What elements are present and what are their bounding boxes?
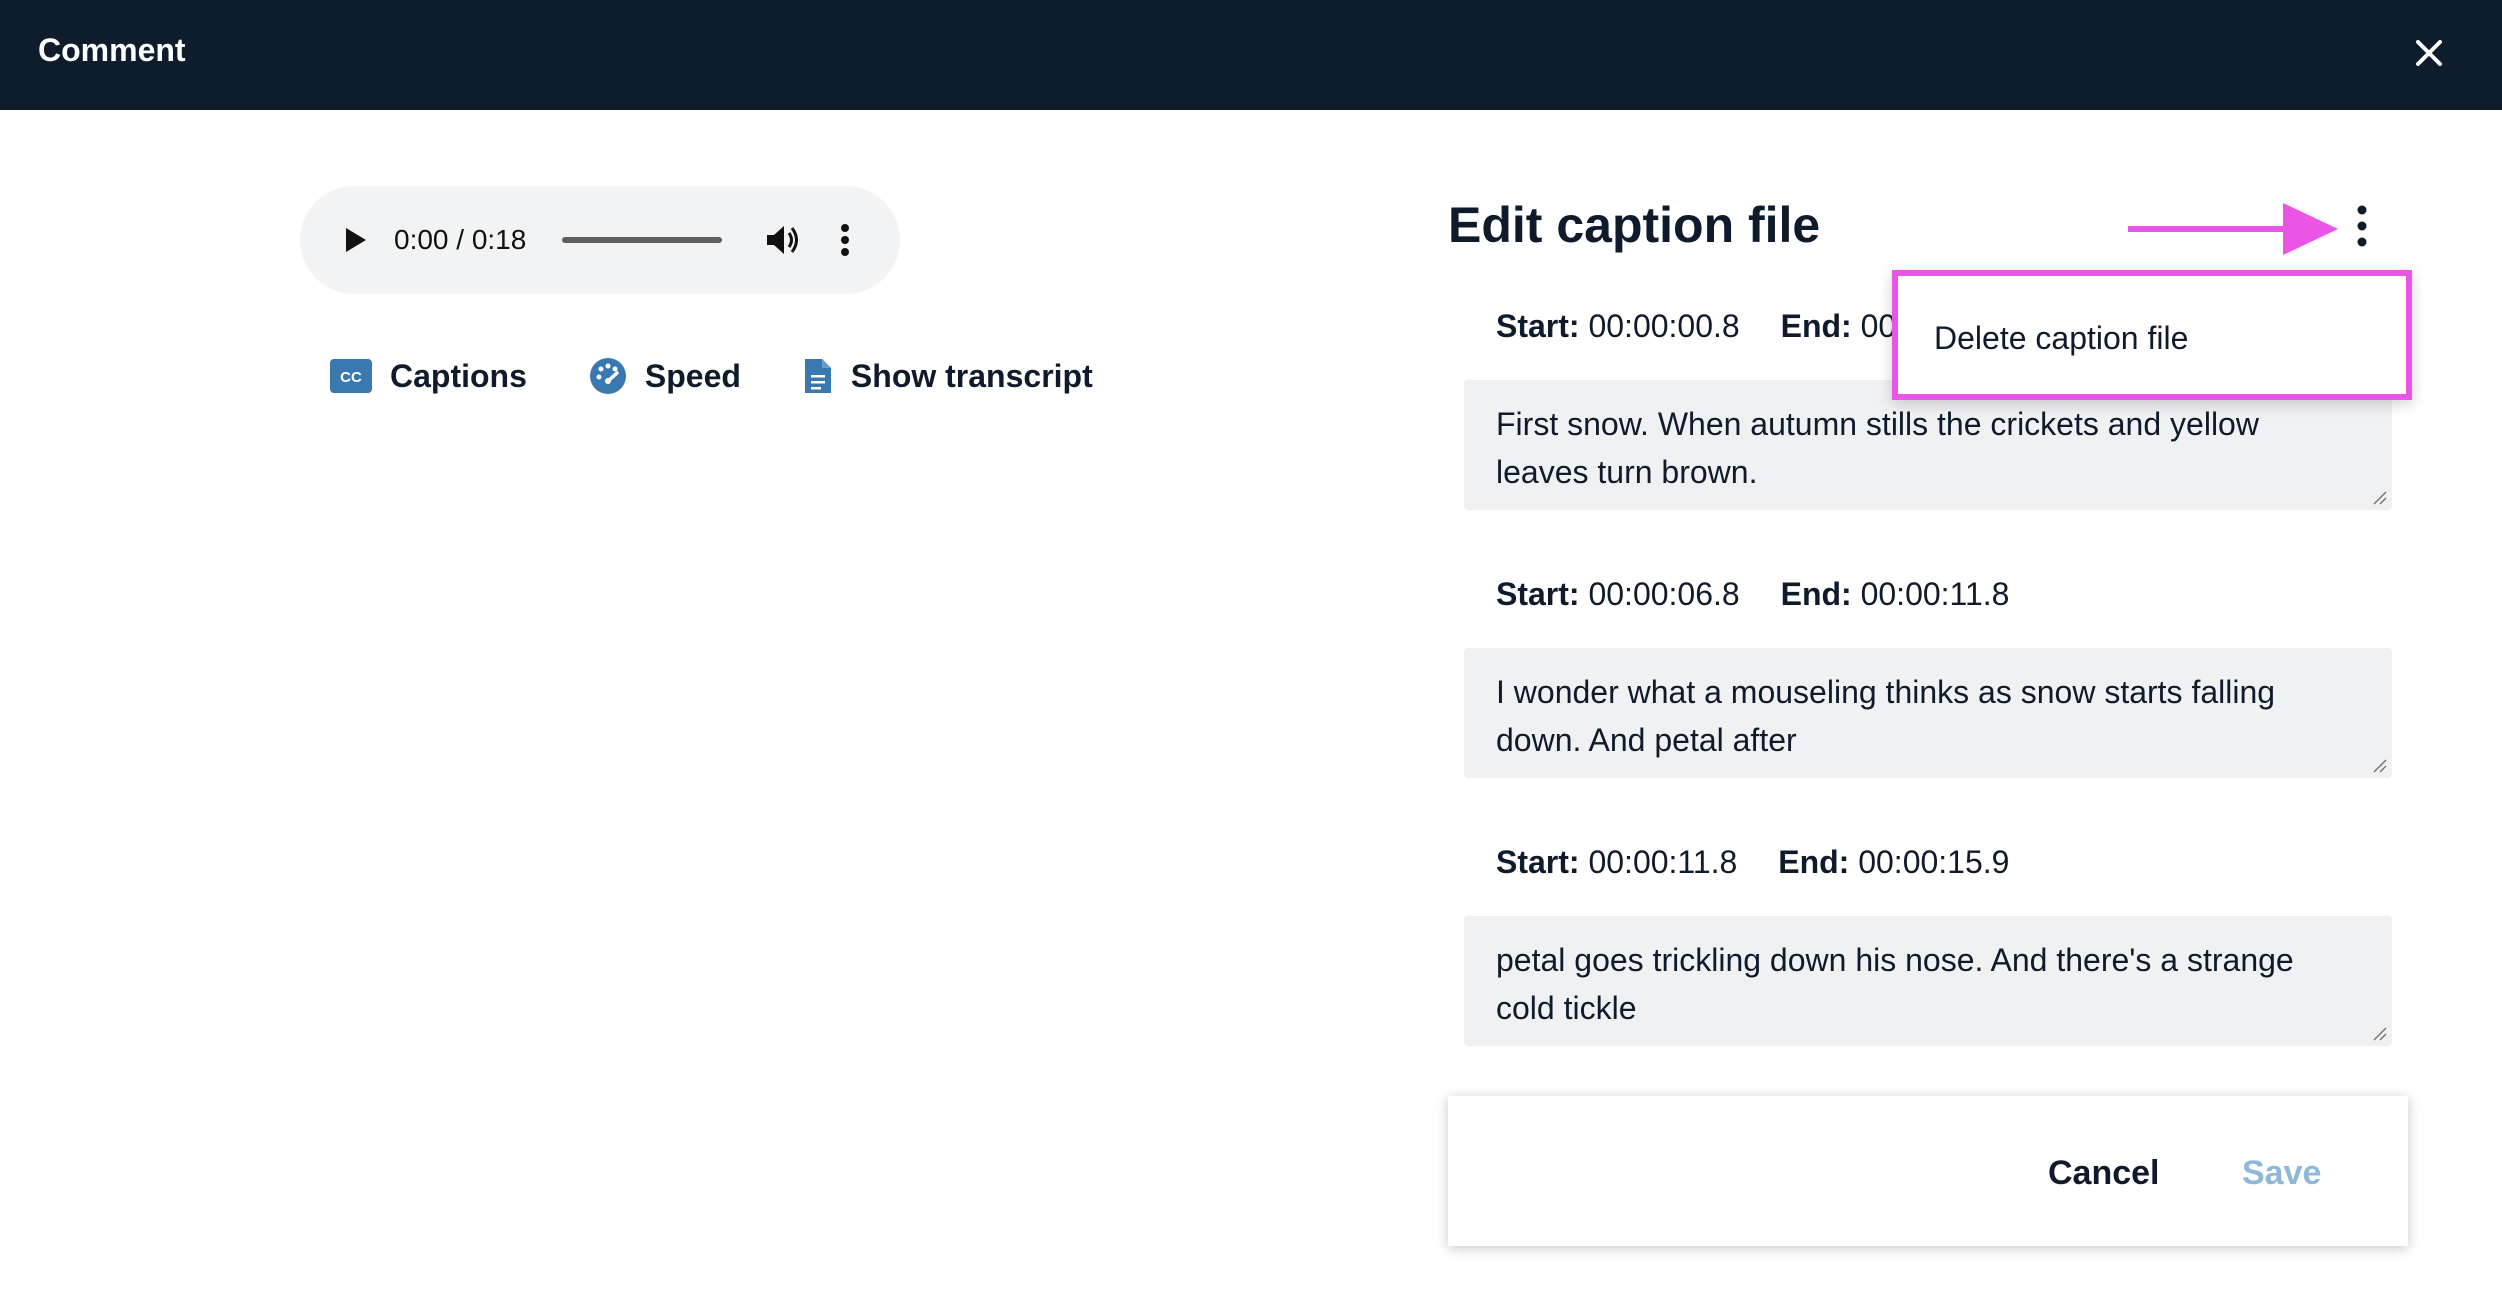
end-label: End: xyxy=(1780,308,1852,344)
more-vertical-icon xyxy=(841,224,849,256)
speed-gauge-icon xyxy=(589,358,626,394)
speed-label: Speed xyxy=(644,357,741,394)
cue-text-area[interactable]: petal goes trickling down his nose. And … xyxy=(1464,916,2392,1046)
player-more-button[interactable] xyxy=(830,220,860,260)
speed-button[interactable]: Speed xyxy=(589,357,741,395)
dialog-header: Comment xyxy=(0,0,2502,110)
close-icon xyxy=(2416,40,2442,66)
cue-times: Start: 00:00:06.8 End: 00:00:11.8 xyxy=(1496,576,2009,613)
cue-start: 00:00:06.8 xyxy=(1588,576,1740,612)
end-label: End: xyxy=(1780,576,1852,612)
captions-button[interactable]: CC Captions xyxy=(330,358,527,395)
start-label: Start: xyxy=(1496,308,1580,344)
resize-handle-icon[interactable] xyxy=(2372,1026,2388,1042)
cue-text: I wonder what a mouseling thinks as snow… xyxy=(1496,674,2276,758)
playback-time: 0:00 / 0:18 xyxy=(394,224,527,255)
cue-text: First snow. When autumn stills the crick… xyxy=(1496,406,2259,490)
end-label: End: xyxy=(1778,844,1850,880)
svg-text:CC: CC xyxy=(340,369,362,386)
document-icon xyxy=(804,359,831,393)
show-transcript-button[interactable]: Show transcript xyxy=(803,357,1093,395)
start-label: Start: xyxy=(1496,844,1580,880)
captions-label: Captions xyxy=(390,357,527,394)
play-button[interactable] xyxy=(336,222,372,258)
show-transcript-label: Show transcript xyxy=(850,357,1093,394)
resize-handle-icon[interactable] xyxy=(2372,758,2388,774)
cancel-button[interactable]: Cancel xyxy=(2048,1154,2160,1193)
progress-slider[interactable] xyxy=(562,237,722,243)
cue-start: 00:00:11.8 xyxy=(1588,844,1738,880)
delete-caption-file-menu-item[interactable]: Delete caption file xyxy=(1934,320,2188,357)
editor-footer: Cancel Save xyxy=(1448,1096,2408,1246)
media-toolbar: CC Captions Speed Show transcript xyxy=(330,352,1093,400)
caption-options-button[interactable] xyxy=(2348,204,2376,248)
highlight-arrow-icon xyxy=(2128,203,2338,255)
save-button[interactable]: Save xyxy=(2242,1154,2321,1193)
dialog-title: Comment xyxy=(38,32,186,68)
more-vertical-icon xyxy=(2357,205,2367,247)
resize-handle-icon[interactable] xyxy=(2372,490,2388,506)
cue-times: Start: 00:00:11.8 End: 00:00:15.9 xyxy=(1496,844,2009,881)
cue-end: 00:00:11.8 xyxy=(1860,576,2010,612)
cue-end: 00:00:15.9 xyxy=(1858,844,2010,880)
volume-button[interactable] xyxy=(762,220,802,260)
cue-start: 00:00:00.8 xyxy=(1588,308,1740,344)
cue-text: petal goes trickling down his nose. And … xyxy=(1496,942,2294,1026)
cc-icon: CC xyxy=(330,359,372,393)
audio-player: 0:00 / 0:18 xyxy=(300,186,900,294)
volume-icon xyxy=(767,226,798,254)
play-icon xyxy=(346,228,366,252)
caption-options-menu: Delete caption file xyxy=(1892,270,2412,400)
editor-title: Edit caption file xyxy=(1448,197,1821,253)
cue-text-area[interactable]: I wonder what a mouseling thinks as snow… xyxy=(1464,648,2392,778)
close-button[interactable] xyxy=(2404,28,2454,78)
start-label: Start: xyxy=(1496,576,1580,612)
